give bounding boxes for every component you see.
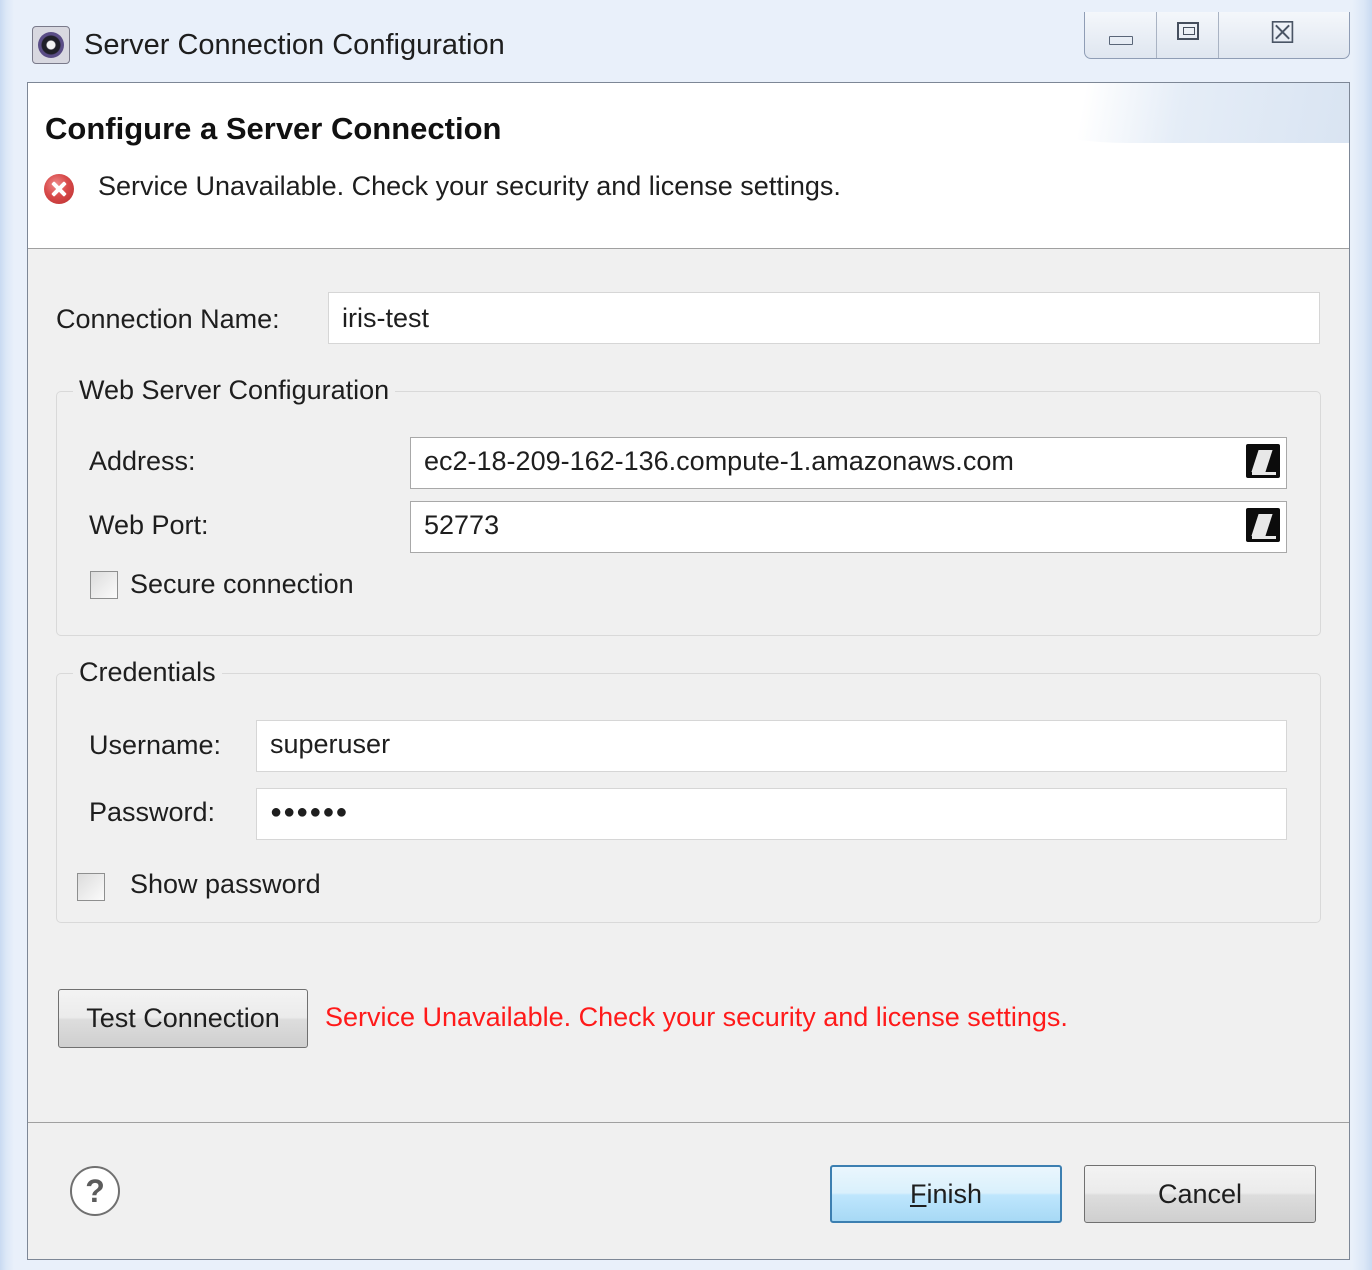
close-icon: ☒: [1269, 16, 1296, 51]
cancel-button[interactable]: Cancel: [1084, 1165, 1316, 1223]
minimize-icon: [1109, 36, 1133, 45]
wizard-header: Configure a Server Connection Service Un…: [28, 83, 1349, 249]
test-connection-status: Service Unavailable. Check your security…: [325, 1002, 1068, 1032]
header-banner-decoration: [969, 83, 1349, 143]
page-title: Configure a Server Connection: [45, 111, 502, 146]
eclipse-gear-icon: [32, 26, 70, 64]
address-label: Address:: [89, 446, 196, 476]
window-frame: Server Connection Configuration ☒ Config…: [0, 0, 1372, 1270]
help-icon[interactable]: ?: [70, 1166, 120, 1216]
password-input[interactable]: ●●●●●●: [256, 788, 1287, 840]
variables-icon[interactable]: [1246, 444, 1280, 478]
button-bar-divider: [28, 1122, 1349, 1123]
maximize-icon: [1177, 22, 1199, 40]
credentials-legend: Credentials: [73, 657, 222, 688]
secure-connection-checkbox[interactable]: [90, 571, 118, 599]
web-port-input[interactable]: 52773: [410, 501, 1287, 553]
username-input[interactable]: superuser: [256, 720, 1287, 772]
error-icon: [44, 174, 74, 204]
web-server-config-legend: Web Server Configuration: [73, 375, 396, 406]
close-button[interactable]: ☒: [1219, 12, 1349, 58]
show-password-checkbox[interactable]: [77, 873, 105, 901]
username-label: Username:: [89, 730, 222, 760]
password-label: Password:: [89, 797, 216, 827]
web-port-value: 52773: [424, 510, 500, 540]
secure-connection-label[interactable]: Secure connection: [130, 569, 354, 600]
minimize-button[interactable]: [1085, 12, 1157, 58]
window-controls: ☒: [1084, 12, 1350, 59]
window-title: Server Connection Configuration: [84, 29, 505, 61]
connection-name-input[interactable]: iris-test: [328, 292, 1320, 344]
show-password-label[interactable]: Show password: [130, 869, 321, 900]
maximize-button[interactable]: [1157, 12, 1219, 58]
finish-button[interactable]: Finish: [830, 1165, 1062, 1223]
connection-name-label: Connection Name:: [56, 304, 280, 334]
title-bar[interactable]: Server Connection Configuration ☒: [0, 0, 1372, 80]
header-error-message: Service Unavailable. Check your security…: [98, 171, 841, 201]
address-input[interactable]: ec2-18-209-162-136.compute-1.amazonaws.c…: [410, 437, 1287, 489]
dialog-body: Configure a Server Connection Service Un…: [27, 82, 1350, 1260]
finish-label: inish: [926, 1179, 983, 1209]
finish-mnemonic: F: [909, 1179, 927, 1209]
variables-icon[interactable]: [1246, 508, 1280, 542]
web-port-label: Web Port:: [89, 510, 209, 540]
test-connection-button[interactable]: Test Connection: [58, 989, 308, 1048]
address-value: ec2-18-209-162-136.compute-1.amazonaws.c…: [424, 446, 1014, 476]
